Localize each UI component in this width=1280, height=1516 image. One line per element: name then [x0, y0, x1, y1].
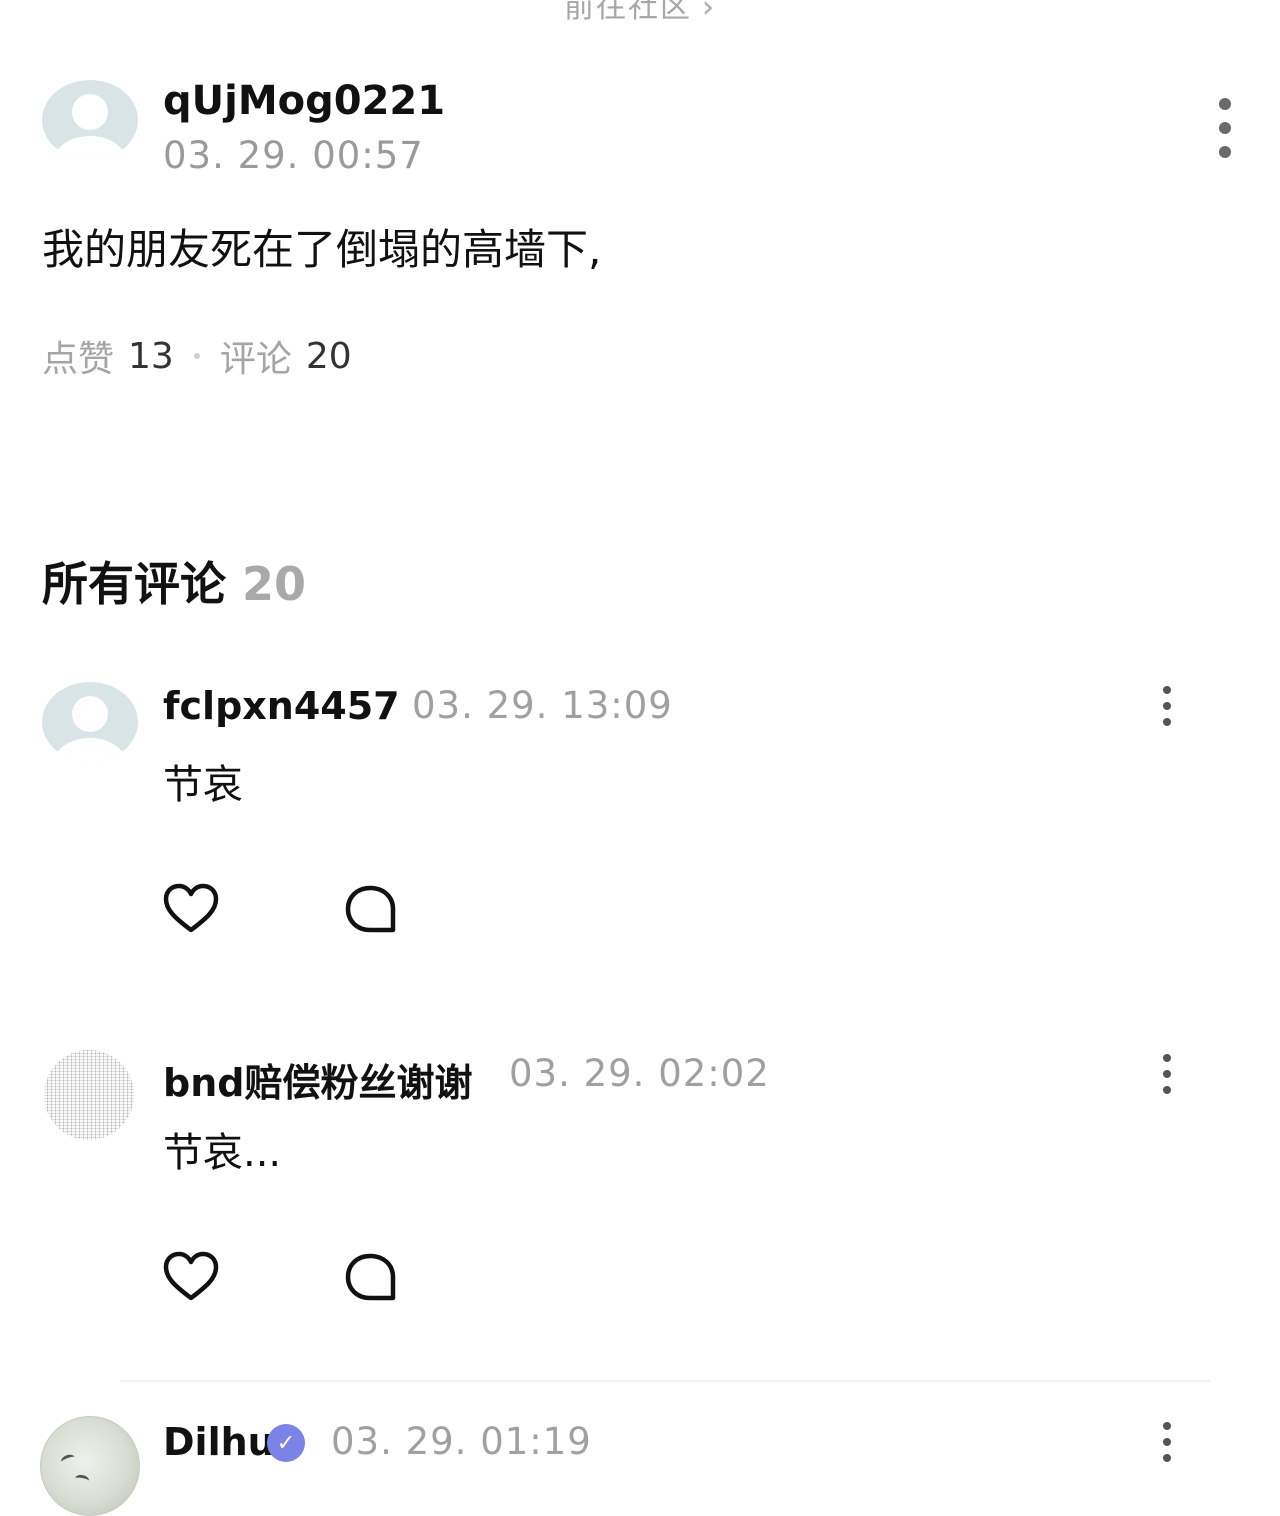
comments-label: 评论 [219, 339, 292, 380]
all-comments-title: 所有评论 [42, 557, 226, 611]
comment-timestamp: 03. 29. 13:09 [412, 684, 673, 727]
comment-author-name[interactable]: fclpxn4457 [163, 684, 400, 728]
post-author-name[interactable]: qUjMog0221 [163, 78, 445, 124]
reply-bubble-icon[interactable] [342, 1248, 402, 1308]
comment-author-name[interactable]: bnd赔偿粉丝谢谢 [163, 1052, 472, 1107]
likes-label: 点赞 [42, 339, 115, 380]
post-more-options-icon[interactable] [1208, 98, 1242, 158]
comment-avatar[interactable] [44, 1050, 134, 1140]
comment-more-options-icon[interactable] [1156, 1054, 1178, 1094]
comment-avatar[interactable] [40, 1416, 140, 1516]
all-comments-heading: 所有评论 20 [42, 548, 306, 614]
post-stats: 点赞 13 评论 20 [42, 330, 352, 382]
chevron-right-icon: › [702, 0, 716, 25]
divider [120, 1380, 1210, 1382]
post-timestamp: 03. 29. 00:57 [163, 134, 424, 177]
like-heart-icon[interactable] [161, 880, 221, 940]
comment-timestamp: 03. 29. 01:19 [331, 1420, 592, 1463]
go-to-community-link[interactable]: 前往社区 › [0, 0, 1280, 26]
comment-author-name[interactable]: Dilhu [163, 1420, 275, 1464]
comment-timestamp: 03. 29. 02:02 [509, 1052, 770, 1095]
comment-more-options-icon[interactable] [1156, 686, 1178, 726]
comment-text: 节哀 [163, 762, 243, 808]
likes-count: 13 [128, 335, 174, 377]
separator-dot [193, 353, 200, 359]
like-heart-icon[interactable] [161, 1248, 221, 1308]
reply-bubble-icon[interactable] [342, 880, 402, 940]
post-author-avatar[interactable] [42, 80, 138, 160]
comments-count: 20 [305, 335, 352, 377]
post-text: 我的朋友死在了倒塌的高墙下, [42, 225, 602, 274]
go-to-community-label: 前往社区 [564, 0, 692, 25]
comment-more-options-icon[interactable] [1156, 1422, 1178, 1462]
verified-badge-icon: ✓ [267, 1424, 305, 1462]
all-comments-count: 20 [242, 557, 307, 611]
comment-text: 节哀... [163, 1130, 282, 1176]
comment-avatar[interactable] [42, 682, 138, 762]
